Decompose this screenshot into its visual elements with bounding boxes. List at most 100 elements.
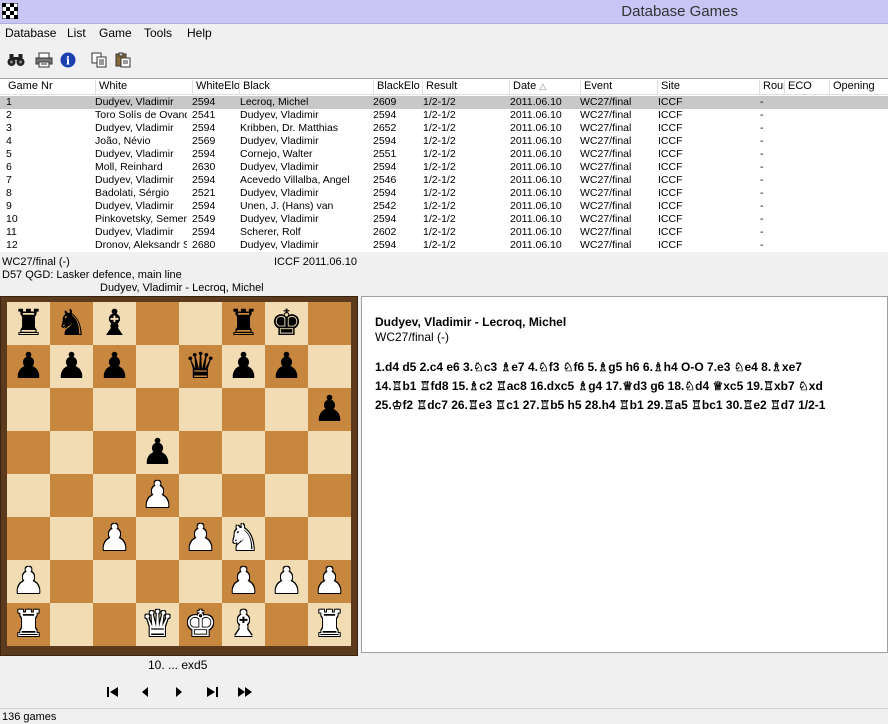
table-row[interactable]: 9 Dudyev, Vladimir 2594 Unen, J. (Hans) van…	[0, 200, 888, 213]
previous-move-button[interactable]	[136, 684, 154, 700]
board-square[interactable]	[179, 431, 222, 474]
board-square[interactable]	[50, 603, 93, 646]
board-square[interactable]: ♟	[222, 560, 265, 603]
board-square[interactable]	[93, 560, 136, 603]
board-square[interactable]: ♟	[136, 474, 179, 517]
first-move-button[interactable]	[104, 684, 122, 700]
black-pawn-icon[interactable]: ♟	[98, 348, 130, 385]
white-pawn-icon[interactable]: ♟	[184, 520, 216, 557]
board-square[interactable]	[136, 345, 179, 388]
binoculars-icon[interactable]	[6, 50, 26, 70]
board-square[interactable]: ♟	[222, 345, 265, 388]
board-square[interactable]: ♟	[7, 345, 50, 388]
black-pawn-icon[interactable]: ♟	[270, 348, 302, 385]
board-square[interactable]	[179, 388, 222, 431]
column-header-black[interactable]: Black	[241, 80, 374, 94]
table-row[interactable]: 6 Moll, Reinhard 2630 Dudyev, Vladimir 2594 1…	[0, 161, 888, 174]
notation-line[interactable]: 14.♖b1 ♖fd8 15.♗c2 ♖ac8 16.dxc5 ♗g4 17.♕…	[375, 377, 874, 396]
board-square[interactable]: ♟	[136, 431, 179, 474]
next-move-button[interactable]	[170, 684, 188, 700]
white-pawn-icon[interactable]: ♟	[98, 520, 130, 557]
last-move-button[interactable]	[203, 684, 221, 700]
board-square[interactable]: ♟	[308, 388, 351, 431]
white-pawn-icon[interactable]: ♟	[270, 563, 302, 600]
column-header-white-elo[interactable]: WhiteElo	[194, 80, 240, 94]
board-square[interactable]: ♚	[179, 603, 222, 646]
board-square[interactable]	[50, 560, 93, 603]
menu-database[interactable]: Database	[5, 26, 56, 40]
board-square[interactable]	[265, 474, 308, 517]
column-header-round[interactable]: Round	[761, 80, 785, 94]
black-rook-icon[interactable]: ♜	[12, 305, 44, 342]
board-square[interactable]: ♚	[265, 302, 308, 345]
menu-tools[interactable]: Tools	[144, 26, 172, 40]
board-square[interactable]	[265, 603, 308, 646]
table-row[interactable]: 5 Dudyev, Vladimir 2594 Cornejo, Walter 2551…	[0, 148, 888, 161]
info-icon[interactable]: i	[58, 50, 78, 70]
white-pawn-icon[interactable]: ♟	[313, 563, 345, 600]
black-pawn-icon[interactable]: ♟	[141, 434, 173, 471]
table-row[interactable]: 4 João, Névio 2569 Dudyev, Vladimir 2594 1/2-…	[0, 135, 888, 148]
notation-panel[interactable]: Dudyev, Vladimir - Lecroq, Michel WC27/f…	[361, 296, 888, 653]
table-row[interactable]: 2 Toro Solís de Ovando 2541 Dudyev, Vladimi…	[0, 109, 888, 122]
board-square[interactable]	[136, 302, 179, 345]
board-square[interactable]	[7, 431, 50, 474]
black-pawn-icon[interactable]: ♟	[227, 348, 259, 385]
white-queen-icon[interactable]: ♛	[141, 606, 173, 643]
table-row[interactable]: 8 Badolati, Sérgio 2521 Dudyev, Vladimir 259…	[0, 187, 888, 200]
board-square[interactable]: ♟	[93, 517, 136, 560]
game-list[interactable]: Game Nr White WhiteElo Black BlackElo Re…	[0, 78, 888, 252]
notation-line[interactable]: 25.♔f2 ♖dc7 26.♖e3 ♖c1 27.♖b5 h5 28.h4 ♖…	[375, 396, 874, 415]
board-square[interactable]: ♟	[93, 345, 136, 388]
white-pawn-icon[interactable]: ♟	[12, 563, 44, 600]
column-header-event[interactable]: Event	[582, 80, 658, 94]
board-square[interactable]: ♝	[222, 603, 265, 646]
column-header-game-nr[interactable]: Game Nr	[6, 80, 96, 94]
black-pawn-icon[interactable]: ♟	[313, 391, 345, 428]
chessboard[interactable]: ♜ ♞ ♝ ♜ ♚ ♟ ♟ ♟ ♛ ♟ ♟ ♟ ♟ ♟ ♟ ♟ ♞ ♟ ♟ ♟ ♟ ♜ ♛ ♚ ♝ ♜	[7, 302, 351, 646]
menu-help[interactable]: Help	[187, 26, 212, 40]
board-square[interactable]	[265, 388, 308, 431]
column-header-result[interactable]: Result	[424, 80, 510, 94]
table-row[interactable]: 7 Dudyev, Vladimir 2594 Acevedo Villalba, A…	[0, 174, 888, 187]
table-row[interactable]: 3 Dudyev, Vladimir 2594 Kribben, Dr. Matthi…	[0, 122, 888, 135]
board-square[interactable]	[179, 302, 222, 345]
board-square[interactable]: ♛	[179, 345, 222, 388]
table-row[interactable]: 12 Dronov, Aleksandr S. 2680 Dudyev, Vladim…	[0, 239, 888, 252]
board-square[interactable]	[50, 474, 93, 517]
board-square[interactable]	[93, 603, 136, 646]
black-rook-icon[interactable]: ♜	[227, 305, 259, 342]
board-square[interactable]: ♜	[7, 302, 50, 345]
board-square[interactable]: ♜	[308, 603, 351, 646]
column-header-eco[interactable]: ECO	[786, 80, 830, 94]
table-row[interactable]: 10 Pinkovetsky, Semen 2549 Dudyev, Vladimir…	[0, 213, 888, 226]
board-square[interactable]	[265, 431, 308, 474]
notation-moves[interactable]: 1.d4 d5 2.c4 e6 3.♘c3 ♗e7 4.♘f3 ♘f6 5.♗g…	[375, 358, 874, 415]
board-square[interactable]	[50, 431, 93, 474]
white-bishop-icon[interactable]: ♝	[227, 606, 259, 643]
board-square[interactable]	[222, 388, 265, 431]
board-square[interactable]: ♜	[222, 302, 265, 345]
board-square[interactable]	[308, 431, 351, 474]
print-icon[interactable]	[34, 50, 54, 70]
board-square[interactable]	[93, 474, 136, 517]
column-header-white[interactable]: White	[97, 80, 193, 94]
copy-icon[interactable]	[89, 50, 109, 70]
black-king-icon[interactable]: ♚	[270, 305, 302, 342]
board-square[interactable]	[7, 517, 50, 560]
column-header-opening[interactable]: Opening	[831, 80, 888, 94]
board-square[interactable]	[179, 560, 222, 603]
board-square[interactable]	[7, 388, 50, 431]
board-square[interactable]	[50, 517, 93, 560]
board-square[interactable]: ♟	[265, 345, 308, 388]
board-square[interactable]: ♟	[265, 560, 308, 603]
table-row[interactable]: 11 Dudyev, Vladimir 2594 Scherer, Rolf 2602 1…	[0, 226, 888, 239]
menu-list[interactable]: List	[67, 26, 86, 40]
board-square[interactable]	[7, 474, 50, 517]
board-square[interactable]	[265, 517, 308, 560]
board-square[interactable]: ♝	[93, 302, 136, 345]
board-square[interactable]: ♞	[50, 302, 93, 345]
board-square[interactable]: ♞	[222, 517, 265, 560]
board-square[interactable]	[308, 517, 351, 560]
white-pawn-icon[interactable]: ♟	[227, 563, 259, 600]
